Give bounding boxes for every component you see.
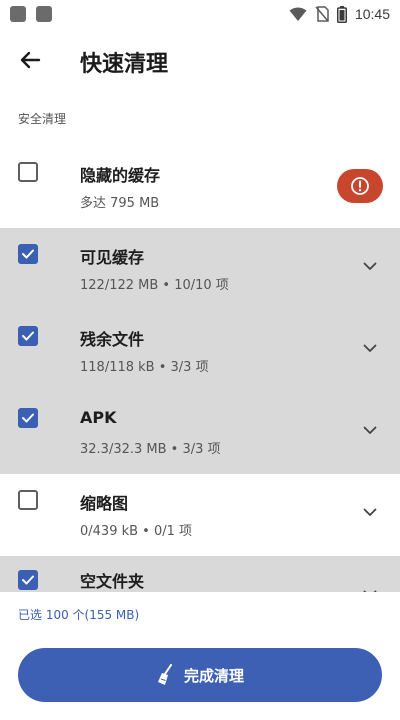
section-label: 安全清理 [18, 112, 67, 126]
item-title: 可见缓存 [80, 248, 145, 267]
check-icon [22, 575, 34, 585]
item-title: 空文件夹 [80, 572, 145, 591]
item-checkbox[interactable] [18, 490, 38, 510]
warning-button[interactable] [337, 169, 383, 203]
item-subtitle: 118/118 kB • 3/3 项 [80, 360, 209, 375]
page-title: 快速清理 [80, 52, 169, 77]
item-checkbox[interactable] [18, 408, 38, 428]
alert-icon [351, 177, 369, 195]
item-subtitle: 多达 795 MB [80, 196, 160, 211]
item-subtitle: 122/122 MB • 10/10 项 [80, 278, 229, 293]
finish-clean-label: 完成清理 [183, 666, 244, 685]
wifi-icon [289, 7, 307, 21]
finish-clean-button[interactable]: 完成清理 [18, 648, 382, 702]
list-item[interactable]: 残余文件 118/118 kB • 3/3 项 [0, 310, 400, 392]
item-checkbox[interactable] [18, 244, 38, 264]
item-subtitle: 32.3/32.3 MB • 3/3 项 [80, 442, 221, 457]
chevron-down-icon [363, 508, 377, 516]
chevron-down-icon [363, 344, 377, 352]
item-checkbox[interactable] [18, 570, 38, 590]
broom-icon [157, 664, 172, 685]
expand-button[interactable] [360, 420, 380, 440]
chevron-down-icon [363, 262, 377, 270]
no-sim-icon [315, 6, 329, 22]
expand-button[interactable] [360, 256, 380, 276]
check-icon [22, 413, 34, 423]
item-checkbox[interactable] [18, 326, 38, 346]
expand-button[interactable] [360, 502, 380, 522]
bottom-panel: 已选 100 个(155 MB) 完成清理 [0, 592, 400, 720]
check-icon [22, 249, 34, 259]
selected-summary: 已选 100 个(155 MB) [18, 608, 140, 622]
item-title: 缩略图 [80, 494, 129, 513]
item-title: APK [80, 408, 117, 427]
clock-time: 10:45 [354, 6, 390, 22]
chevron-down-icon [363, 426, 377, 434]
app-bar: 快速清理 [0, 36, 400, 84]
list-item[interactable]: 缩略图 0/439 kB • 0/1 项 [0, 474, 400, 556]
back-button[interactable] [14, 44, 46, 76]
item-subtitle: 0/439 kB • 0/1 项 [80, 524, 193, 539]
notification-icon [10, 6, 26, 22]
item-title: 残余文件 [80, 330, 145, 349]
battery-icon [336, 5, 347, 23]
list-item[interactable]: 可见缓存 122/122 MB • 10/10 项 [0, 228, 400, 310]
check-icon [22, 331, 34, 341]
arrow-left-icon [20, 51, 41, 69]
item-checkbox[interactable] [18, 162, 38, 182]
list-item[interactable]: APK 32.3/32.3 MB • 3/3 项 [0, 392, 400, 474]
notification-icon [36, 6, 52, 22]
expand-button[interactable] [360, 338, 380, 358]
status-bar: 10:45 [0, 0, 400, 28]
item-title: 隐藏的缓存 [80, 166, 161, 185]
